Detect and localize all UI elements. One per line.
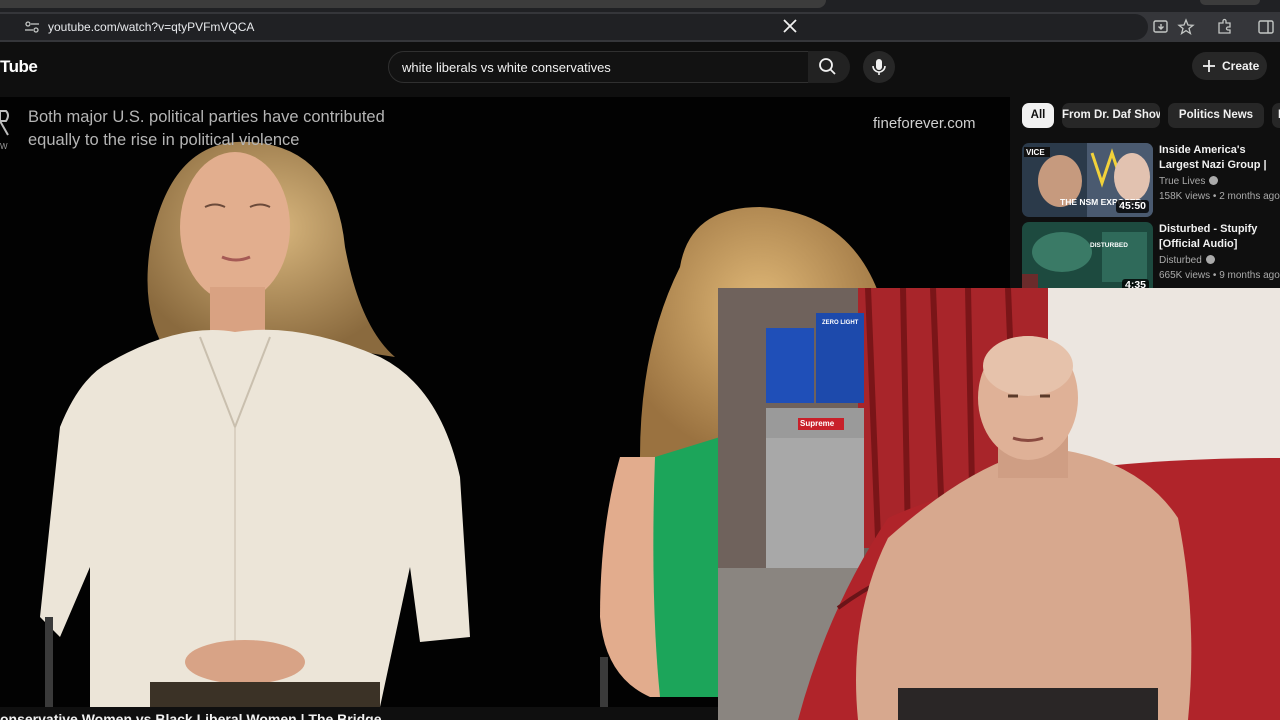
inactive-tab[interactable]: [1200, 0, 1260, 5]
video-meta: 665K views • 9 months ago: [1159, 270, 1280, 281]
chip-next[interactable]: R: [1272, 103, 1280, 128]
chip-from-channel[interactable]: From Dr. Daf Show: [1062, 103, 1160, 128]
install-app-icon[interactable]: [1152, 18, 1170, 36]
url-text: youtube.com/watch?v=qtyPVFmVQCA: [48, 20, 255, 34]
extensions-icon[interactable]: [1216, 18, 1234, 36]
side-panel-icon[interactable]: [1257, 18, 1275, 36]
video-duration: 45:50: [1116, 200, 1149, 213]
verified-icon: [1205, 255, 1215, 264]
channel-name[interactable]: True Lives: [1159, 176, 1219, 187]
svg-text:W: W: [0, 142, 8, 151]
svg-text:VICE: VICE: [1026, 148, 1045, 157]
voice-search-button[interactable]: [863, 51, 895, 83]
bookmark-star-icon[interactable]: [1177, 18, 1195, 36]
create-label: Create: [1222, 59, 1260, 73]
search-icon: [819, 58, 836, 75]
microphone-icon: [872, 59, 886, 75]
video-meta: 158K views • 2 months ago: [1159, 191, 1280, 202]
video-thumbnail[interactable]: DISTURBED 4:35: [1022, 222, 1153, 296]
clear-search-icon[interactable]: [779, 15, 801, 37]
channel-name-text: True Lives: [1159, 176, 1206, 187]
thumbnail-caption: DISTURBED: [1090, 242, 1128, 249]
video-title: onservative Women vs Black Liberal Women…: [0, 707, 718, 720]
fridge-sticker: Supreme: [800, 419, 835, 428]
plus-icon: [1203, 60, 1215, 72]
active-tab[interactable]: [0, 0, 826, 8]
box-label: ZERO LIGHT: [822, 320, 859, 326]
webcam-frame: [718, 288, 1280, 720]
verified-icon: [1209, 176, 1219, 185]
youtube-logo[interactable]: Tube: [0, 57, 38, 77]
address-bar[interactable]: youtube.com/watch?v=qtyPVFmVQCA: [0, 14, 1148, 40]
video-title[interactable]: Inside America's Largest Nazi Group | Vi…: [1159, 143, 1280, 173]
channel-name-text: Disturbed: [1159, 255, 1202, 266]
video-overlay-text: Both major U.S. political parties have c…: [28, 108, 385, 126]
video-overlay-text: equally to the rise in political violenc…: [28, 131, 300, 149]
site-info-icon[interactable]: [24, 20, 40, 34]
video-thumbnail[interactable]: VICE THE NSM EXPOSED 45:50: [1022, 143, 1153, 217]
video-title[interactable]: Disturbed - Stupify [Official Audio]: [1159, 222, 1280, 252]
video-title-text: onservative Women vs Black Liberal Women…: [0, 711, 382, 720]
youtube-header: Tube white liberals vs white conservativ…: [0, 42, 1280, 96]
chip-all[interactable]: All: [1022, 103, 1054, 128]
webcam-overlay: ZERO LIGHT Supreme: [718, 288, 1280, 720]
search-button[interactable]: [808, 51, 850, 83]
video-watermark: fineforever.com: [873, 115, 976, 132]
chip-politics-news[interactable]: Politics News: [1168, 103, 1264, 128]
create-button[interactable]: Create: [1192, 52, 1267, 80]
search-input[interactable]: white liberals vs white conservatives: [388, 51, 810, 83]
channel-watermark-logo: W: [0, 110, 9, 151]
search-query-text: white liberals vs white conservatives: [402, 60, 611, 75]
browser-tab-strip: [0, 0, 1280, 12]
recommended-video[interactable]: VICE THE NSM EXPOSED 45:50 Inside Americ…: [1022, 143, 1280, 217]
browser-toolbar: youtube.com/watch?v=qtyPVFmVQCA: [0, 12, 1280, 42]
recommended-video[interactable]: DISTURBED 4:35 Disturbed - Stupify [Offi…: [1022, 222, 1280, 296]
channel-name[interactable]: Disturbed: [1159, 255, 1215, 266]
